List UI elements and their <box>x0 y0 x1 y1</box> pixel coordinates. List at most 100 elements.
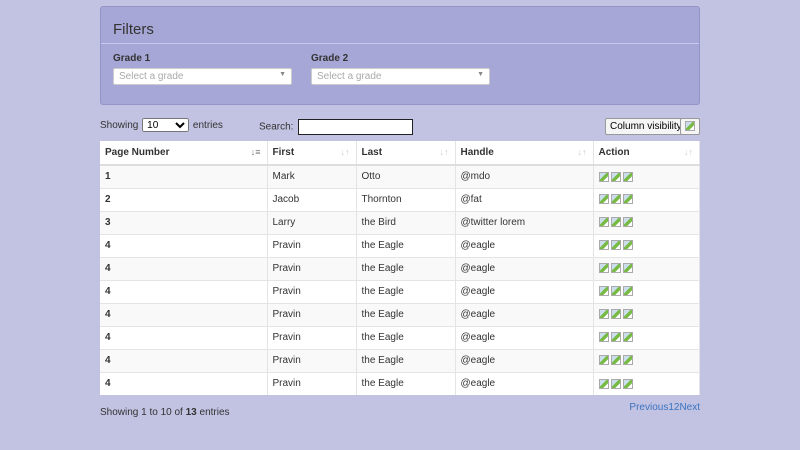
handle-cell: @eagle <box>455 325 594 349</box>
edit-action-icon[interactable] <box>610 171 621 182</box>
header-label: Handle <box>460 147 494 158</box>
view-action-icon[interactable] <box>598 240 609 251</box>
view-action-icon[interactable] <box>598 355 609 366</box>
edit-action-icon[interactable] <box>610 263 621 274</box>
view-action-icon[interactable] <box>598 171 609 182</box>
header-page-number[interactable]: Page Number ↓≡ <box>100 141 268 166</box>
header-label: First <box>272 147 295 158</box>
view-action-icon[interactable] <box>598 217 609 228</box>
pagination-previous[interactable]: Previous <box>629 402 668 413</box>
edit-action-icon[interactable] <box>610 194 621 205</box>
edit-action-icon[interactable] <box>610 286 621 297</box>
view-action-icon[interactable] <box>598 286 609 297</box>
action-cell <box>593 233 700 257</box>
edit-action-icon[interactable] <box>610 217 621 228</box>
header-first[interactable]: First ↓↑ <box>267 141 357 166</box>
table-info: Showing 1 to 10 of 13 entries <box>100 407 230 418</box>
grade2-select[interactable]: Select a grade ▼ <box>311 68 490 85</box>
delete-action-icon[interactable] <box>622 240 633 251</box>
grade2-group: Grade 2 Select a grade ▼ <box>311 53 490 85</box>
first-cell: Pravin <box>267 256 357 280</box>
last-cell: the Eagle <box>356 279 456 303</box>
handle-cell: @eagle <box>455 233 594 257</box>
sort-icon: ↓↑ <box>577 147 587 157</box>
page-length-select[interactable]: 10 <box>142 118 190 132</box>
handle-cell: @twitter lorem <box>455 210 594 234</box>
search-input[interactable] <box>298 119 414 135</box>
action-cell <box>593 256 700 280</box>
grade2-placeholder: Select a grade <box>317 71 382 82</box>
first-cell: Mark <box>267 164 357 188</box>
header-label: Action <box>598 147 630 158</box>
grade1-select[interactable]: Select a grade ▼ <box>113 68 292 85</box>
last-cell: the Eagle <box>356 348 456 372</box>
edit-action-icon[interactable] <box>610 355 621 366</box>
view-action-icon[interactable] <box>598 332 609 343</box>
table-row: 1 Mark Otto @mdo <box>100 164 700 188</box>
first-cell: Pravin <box>267 371 357 395</box>
action-cell <box>593 187 700 211</box>
sort-asc-icon: ↓≡ <box>250 147 261 157</box>
delete-action-icon[interactable] <box>622 194 633 205</box>
divider <box>101 43 699 44</box>
page-number-cell: 4 <box>100 256 268 280</box>
view-action-icon[interactable] <box>598 263 609 274</box>
table-row: 4 Pravin the Eagle @eagle <box>100 325 700 349</box>
first-cell: Pravin <box>267 325 357 349</box>
delete-action-icon[interactable] <box>622 309 633 320</box>
column-visibility-button[interactable]: Column visibility <box>605 118 687 135</box>
page-number-cell: 2 <box>100 187 268 211</box>
data-table: Page Number ↓≡ First ↓↑ Last ↓↑ Handle ↓↑ Ac… <box>100 141 700 395</box>
page-length-control: Showing 10 entries <box>100 118 223 132</box>
handle-cell: @eagle <box>455 371 594 395</box>
last-cell: Otto <box>356 164 456 188</box>
showing-label: Showing <box>100 120 139 131</box>
action-cell <box>593 279 700 303</box>
delete-action-icon[interactable] <box>622 286 633 297</box>
first-cell: Pravin <box>267 279 357 303</box>
grade1-group: Grade 1 Select a grade ▼ <box>113 53 292 85</box>
delete-action-icon[interactable] <box>622 332 633 343</box>
header-handle[interactable]: Handle ↓↑ <box>455 141 594 166</box>
page-number-cell: 4 <box>100 325 268 349</box>
edit-action-icon[interactable] <box>610 240 621 251</box>
last-cell: Thornton <box>356 187 456 211</box>
first-cell: Pravin <box>267 348 357 372</box>
handle-cell: @eagle <box>455 302 594 326</box>
action-cell <box>593 164 700 188</box>
header-action[interactable]: Action ↓↑ <box>593 141 700 166</box>
first-cell: Jacob <box>267 187 357 211</box>
export-button[interactable] <box>680 118 700 135</box>
view-action-icon[interactable] <box>598 309 609 320</box>
last-cell: the Eagle <box>356 256 456 280</box>
pagination-next[interactable]: Next <box>679 402 700 413</box>
pagination: Previous12Next <box>629 402 700 413</box>
filters-panel: Filters Grade 1 Select a grade ▼ Grade 2 … <box>100 6 700 105</box>
view-action-icon[interactable] <box>598 378 609 389</box>
caret-down-icon: ▼ <box>279 71 286 78</box>
last-cell: the Eagle <box>356 302 456 326</box>
delete-action-icon[interactable] <box>622 355 633 366</box>
header-last[interactable]: Last ↓↑ <box>356 141 456 166</box>
edit-action-icon[interactable] <box>610 378 621 389</box>
page-number-cell: 3 <box>100 210 268 234</box>
delete-action-icon[interactable] <box>622 217 633 228</box>
view-action-icon[interactable] <box>598 194 609 205</box>
table-row: 4 Pravin the Eagle @eagle <box>100 256 700 280</box>
caret-down-icon: ▼ <box>477 71 484 78</box>
page-number-cell: 4 <box>100 233 268 257</box>
delete-action-icon[interactable] <box>622 378 633 389</box>
edit-action-icon[interactable] <box>610 332 621 343</box>
header-label: Page Number <box>105 147 170 158</box>
table-row: 4 Pravin the Eagle @eagle <box>100 233 700 257</box>
filters-title: Filters <box>113 21 154 38</box>
grade1-placeholder: Select a grade <box>119 71 184 82</box>
delete-action-icon[interactable] <box>622 263 633 274</box>
edit-action-icon[interactable] <box>610 309 621 320</box>
action-cell <box>593 325 700 349</box>
table-row: 4 Pravin the Eagle @eagle <box>100 302 700 326</box>
action-cell <box>593 348 700 372</box>
table-row: 2 Jacob Thornton @fat <box>100 187 700 211</box>
info-prefix: Showing 1 to 10 of <box>100 407 186 418</box>
delete-action-icon[interactable] <box>622 171 633 182</box>
